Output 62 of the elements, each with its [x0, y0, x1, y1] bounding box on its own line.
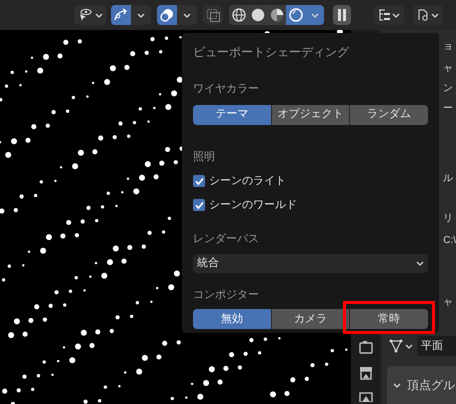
- caret-icon: [94, 12, 102, 18]
- vertex-triangle-icon: [389, 339, 404, 353]
- segment-option[interactable]: ランダム: [350, 104, 428, 124]
- solid-sphere-icon: [250, 8, 264, 22]
- panel-header[interactable]: 頂点グル: [387, 366, 456, 404]
- property-label: ョ: [443, 40, 454, 54]
- caret-icon: [137, 12, 145, 18]
- segment-option[interactable]: 無効: [193, 309, 272, 329]
- image-icon: [359, 392, 374, 402]
- chevron-icon: [393, 382, 402, 388]
- pause-icon: [338, 9, 346, 21]
- checkbox[interactable]: [193, 199, 205, 211]
- xray-squares-icon: [206, 8, 220, 22]
- overlay-toggle[interactable]: [157, 5, 177, 25]
- popover-title: ビューポートシェーディング: [193, 44, 350, 61]
- caret-icon: [431, 12, 439, 18]
- filter-dropdown[interactable]: [374, 5, 404, 25]
- section-label: ワイヤカラー: [193, 82, 260, 97]
- shading-mode-button[interactable]: [286, 5, 305, 25]
- property-label: ー: [443, 102, 454, 116]
- overlay-circles-icon: [160, 8, 174, 22]
- section-label: コンポジター: [193, 288, 260, 302]
- mesh-name-field[interactable]: 平面: [417, 336, 456, 356]
- property-label: C:\: [443, 234, 456, 248]
- camera-icon: [359, 340, 374, 354]
- segment-option[interactable]: オブジェクト: [272, 104, 350, 124]
- visibility-dropdown[interactable]: [74, 5, 106, 25]
- caret-icon: [183, 12, 191, 18]
- gizmo-dropdown[interactable]: [131, 5, 151, 25]
- printer-icon: [359, 366, 374, 380]
- render-pass-dropdown[interactable]: 統合: [193, 254, 428, 272]
- overlay-dropdown[interactable]: [177, 5, 197, 25]
- property-label: ャ: [443, 296, 454, 310]
- checkbox-label: シーンのライト: [209, 174, 286, 189]
- shading-dropdown[interactable]: [305, 5, 324, 25]
- wireframe-sphere-icon: [232, 8, 246, 22]
- segment-option[interactable]: 常時: [350, 309, 428, 329]
- caret-icon: [310, 12, 318, 18]
- gizmo-arrow-icon: [114, 8, 128, 22]
- section-label: レンダーパス: [193, 232, 260, 247]
- property-label: リ: [443, 212, 454, 226]
- gizmo-toggle[interactable]: [111, 5, 131, 25]
- shading-mode-button[interactable]: [267, 5, 286, 25]
- segment-option[interactable]: テーマ: [193, 104, 272, 124]
- eye-cursor-icon: [78, 8, 92, 22]
- material-sphere-icon: [270, 8, 284, 22]
- caret-icon: [392, 12, 400, 18]
- segment-option[interactable]: カメラ: [272, 309, 350, 329]
- caret-icon: [416, 260, 424, 266]
- section-label: 照明: [193, 150, 216, 164]
- outliner-list-icon: [378, 9, 390, 21]
- xray-toggle[interactable]: [203, 5, 223, 25]
- caret-icon: [405, 344, 414, 348]
- checkbox[interactable]: [193, 175, 205, 187]
- pause-button[interactable]: [333, 5, 351, 25]
- checkbox-label: シーンのワールド: [209, 198, 297, 213]
- property-label: ャ: [443, 62, 454, 76]
- property-label: ン: [443, 82, 454, 96]
- shading-mode-button[interactable]: [229, 5, 248, 25]
- property-label: ル: [443, 172, 454, 186]
- rendered-sphere-icon: [288, 8, 302, 22]
- display-mode-dropdown[interactable]: [413, 5, 443, 25]
